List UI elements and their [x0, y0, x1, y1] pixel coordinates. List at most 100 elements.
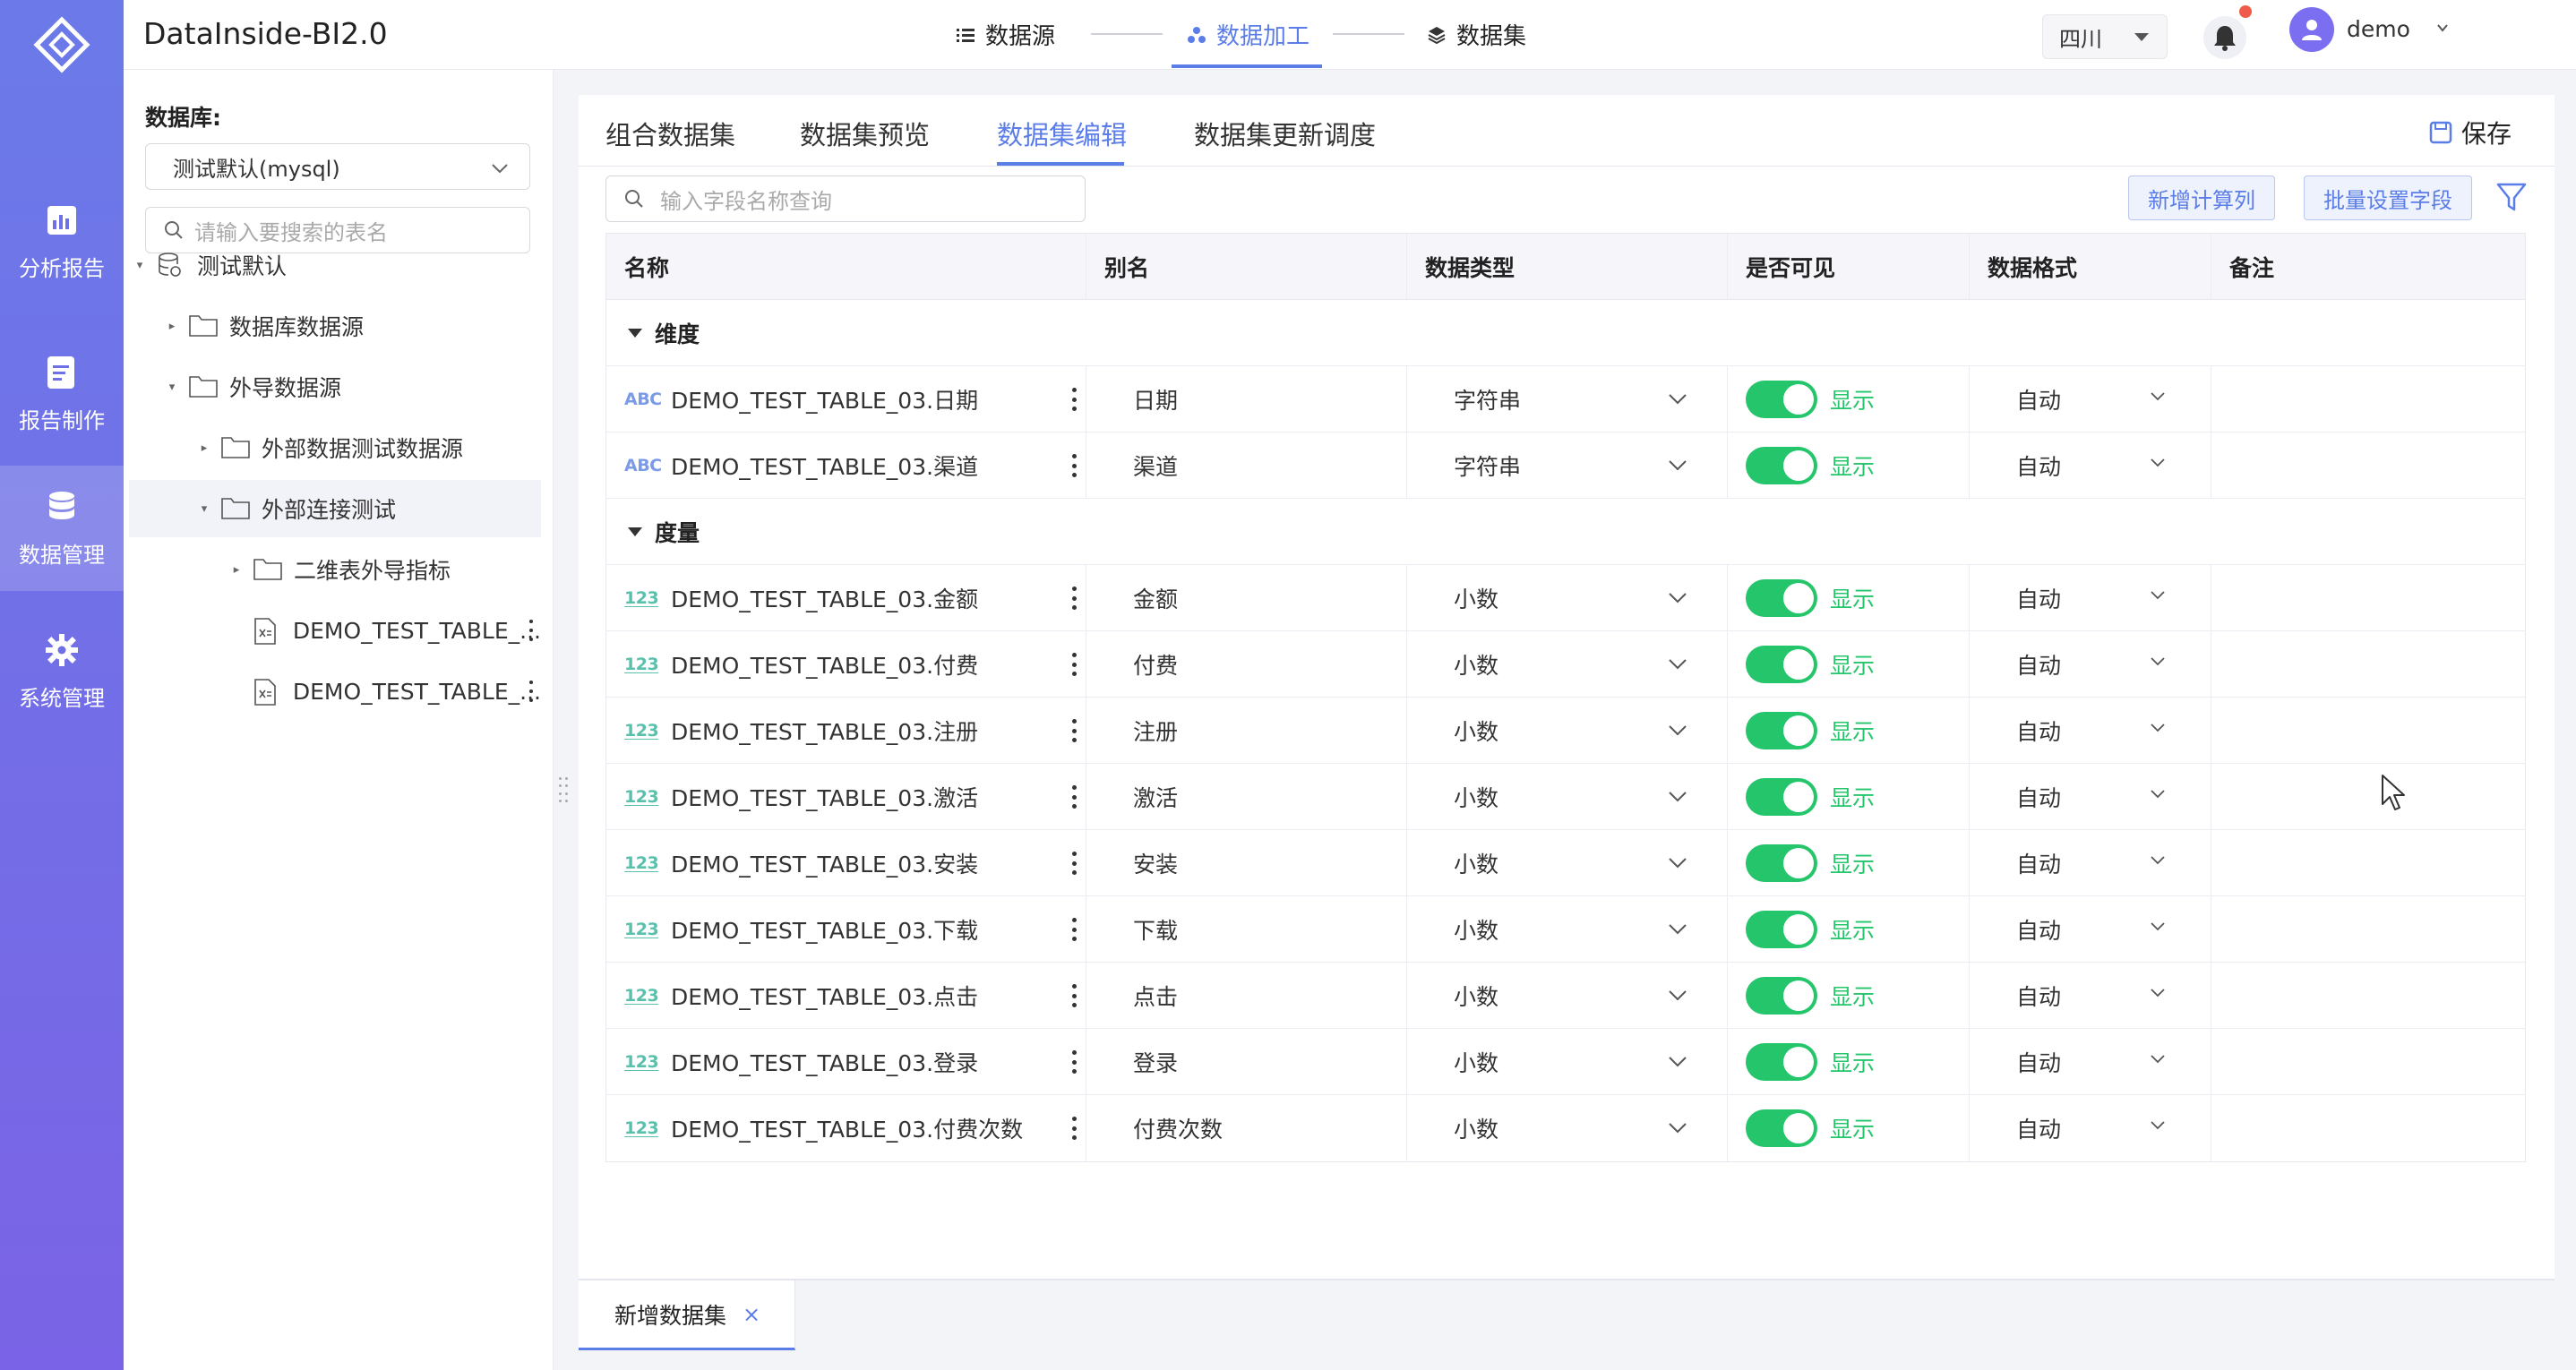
alias-input[interactable]: 下载	[1086, 896, 1407, 962]
caret-down-icon[interactable]: ▾	[165, 381, 179, 394]
note-input[interactable]	[2211, 631, 2525, 697]
visible-toggle[interactable]	[1746, 777, 1817, 816]
alias-input[interactable]: 付费次数	[1086, 1095, 1407, 1161]
data-type-select[interactable]: 小数	[1407, 896, 1728, 962]
more-vertical-icon[interactable]	[1071, 653, 1077, 676]
note-input[interactable]	[2211, 896, 2525, 962]
data-format-select[interactable]: 自动	[1970, 698, 2211, 763]
tab-combine[interactable]: 组合数据集	[605, 115, 735, 152]
more-vertical-icon[interactable]	[1071, 918, 1077, 941]
visible-toggle[interactable]	[1746, 1109, 1817, 1147]
more-vertical-icon[interactable]	[1071, 785, 1077, 809]
batch-set-fields-button[interactable]: 批量设置字段	[2304, 176, 2472, 220]
rail-item-data[interactable]: 数据管理	[0, 466, 124, 591]
caret-down-icon[interactable]: ▾	[197, 502, 211, 516]
panel-resize-handle[interactable]	[559, 777, 568, 804]
data-type-select[interactable]: 小数	[1407, 963, 1728, 1028]
data-type-select[interactable]: 小数	[1407, 830, 1728, 895]
tab-preview[interactable]: 数据集预览	[800, 115, 930, 152]
close-icon[interactable]: ×	[743, 1302, 760, 1327]
more-vertical-icon[interactable]	[1071, 454, 1077, 477]
step-dataset[interactable]: 数据集	[1428, 18, 1526, 51]
more-vertical-icon[interactable]	[1071, 1117, 1077, 1140]
alias-input[interactable]: 安装	[1086, 830, 1407, 895]
visible-toggle[interactable]	[1746, 446, 1817, 484]
visible-toggle[interactable]	[1746, 910, 1817, 948]
field-group-header[interactable]: 维度	[606, 300, 2525, 366]
alias-input[interactable]: 注册	[1086, 698, 1407, 763]
note-input[interactable]	[2211, 565, 2525, 630]
data-type-select[interactable]: 小数	[1407, 1029, 1728, 1094]
data-format-select[interactable]: 自动	[1970, 631, 2211, 697]
data-format-select[interactable]: 自动	[1970, 432, 2211, 498]
note-input[interactable]	[2211, 366, 2525, 432]
rail-item-system[interactable]: 系统管理	[0, 609, 124, 734]
tab-edit[interactable]: 数据集编辑	[997, 115, 1127, 152]
more-vertical-icon[interactable]	[1071, 388, 1077, 411]
alias-input[interactable]: 渠道	[1086, 432, 1407, 498]
alias-input[interactable]: 登录	[1086, 1029, 1407, 1094]
step-processing[interactable]: 数据加工	[1188, 18, 1309, 51]
user-name[interactable]: demo	[2347, 16, 2410, 42]
save-button[interactable]: 保存	[2429, 115, 2512, 150]
tab-schedule[interactable]: 数据集更新调度	[1194, 115, 1376, 152]
field-search-input[interactable]: 输入字段名称查询	[605, 176, 1086, 222]
alias-input[interactable]: 点击	[1086, 963, 1407, 1028]
more-vertical-icon[interactable]	[1071, 1050, 1077, 1074]
note-input[interactable]	[2211, 1029, 2525, 1094]
data-type-select[interactable]: 小数	[1407, 1095, 1728, 1161]
visible-toggle[interactable]	[1746, 1042, 1817, 1081]
note-input[interactable]	[2211, 432, 2525, 498]
tree-node[interactable]: ▾ 外导数据源	[129, 358, 541, 415]
tab-new-dataset[interactable]: 新增数据集 ×	[579, 1280, 795, 1350]
data-format-select[interactable]: 自动	[1970, 963, 2211, 1028]
note-input[interactable]	[2211, 830, 2525, 895]
alias-input[interactable]: 日期	[1086, 366, 1407, 432]
data-format-select[interactable]: 自动	[1970, 366, 2211, 432]
add-calc-column-button[interactable]: 新增计算列	[2128, 176, 2275, 220]
data-type-select[interactable]: 小数	[1407, 764, 1728, 829]
caret-right-icon[interactable]: ▸	[197, 441, 211, 455]
note-input[interactable]	[2211, 698, 2525, 763]
tree-node[interactable]: ▸ 数据库数据源	[129, 297, 541, 355]
visible-toggle[interactable]	[1746, 976, 1817, 1015]
logo-icon[interactable]	[33, 16, 90, 73]
alias-input[interactable]: 金额	[1086, 565, 1407, 630]
tree-node[interactable]: ▸ 外部数据测试数据源	[129, 419, 541, 476]
data-type-select[interactable]: 字符串	[1407, 366, 1728, 432]
rail-item-report[interactable]: 报告制作	[0, 331, 124, 457]
data-format-select[interactable]: 自动	[1970, 565, 2211, 630]
avatar[interactable]	[2289, 7, 2334, 52]
alias-input[interactable]: 激活	[1086, 764, 1407, 829]
more-vertical-icon[interactable]	[1071, 587, 1077, 610]
tree-node[interactable]: ▾ 外部连接测试	[129, 480, 541, 537]
note-input[interactable]	[2211, 963, 2525, 1028]
note-input[interactable]	[2211, 1095, 2525, 1161]
more-vertical-icon[interactable]	[528, 681, 534, 702]
data-type-select[interactable]: 小数	[1407, 698, 1728, 763]
data-type-select[interactable]: 小数	[1407, 565, 1728, 630]
more-vertical-icon[interactable]	[1071, 852, 1077, 875]
visible-toggle[interactable]	[1746, 645, 1817, 683]
field-group-header[interactable]: 度量	[606, 499, 2525, 565]
visible-toggle[interactable]	[1746, 843, 1817, 882]
visible-toggle[interactable]	[1746, 711, 1817, 749]
data-format-select[interactable]: 自动	[1970, 1095, 2211, 1161]
alias-input[interactable]: 付费	[1086, 631, 1407, 697]
step-datasource[interactable]: 数据源	[957, 18, 1055, 51]
data-format-select[interactable]: 自动	[1970, 1029, 2211, 1094]
caret-down-icon[interactable]: ▾	[133, 259, 147, 272]
note-input[interactable]	[2211, 764, 2525, 829]
notification-bell[interactable]	[2203, 16, 2246, 59]
more-vertical-icon[interactable]	[1071, 719, 1077, 742]
data-type-select[interactable]: 小数	[1407, 631, 1728, 697]
data-type-select[interactable]: 字符串	[1407, 432, 1728, 498]
region-select[interactable]: 四川	[2042, 14, 2168, 59]
visible-toggle[interactable]	[1746, 380, 1817, 418]
caret-right-icon[interactable]: ▸	[165, 320, 179, 333]
visible-toggle[interactable]	[1746, 578, 1817, 617]
data-format-select[interactable]: 自动	[1970, 830, 2211, 895]
more-vertical-icon[interactable]	[1071, 984, 1077, 1007]
tree-node[interactable]: ▸ 二维表外导指标	[129, 541, 541, 598]
chevron-down-icon[interactable]	[2436, 21, 2449, 34]
